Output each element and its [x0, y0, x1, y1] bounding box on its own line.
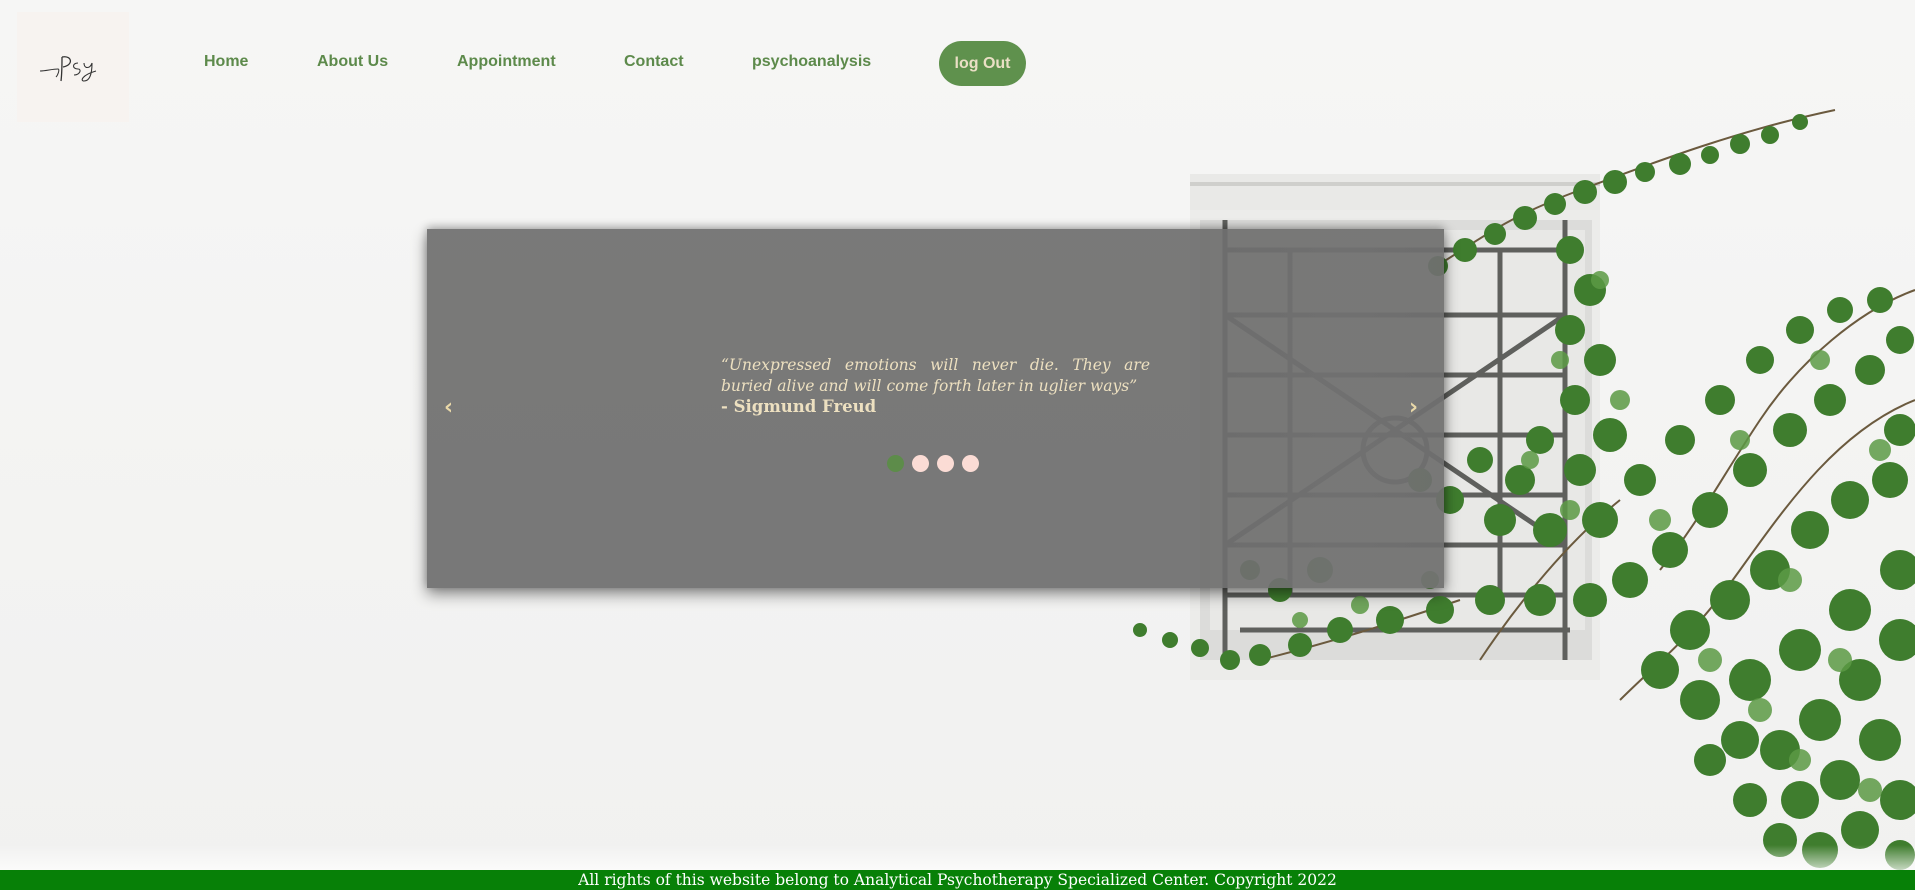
- quote-text: “Unexpressed emotions will never die. Th…: [721, 356, 1150, 395]
- logout-button[interactable]: log Out: [939, 41, 1026, 86]
- page: Home About Us Appointment Contact psycho…: [0, 0, 1915, 890]
- slider-dot-3[interactable]: [937, 455, 954, 472]
- nav-item-about-us[interactable]: About Us: [317, 53, 388, 71]
- slider-fade-overlay: [1187, 229, 1444, 588]
- chevron-left-icon[interactable]: ‹: [444, 397, 453, 419]
- signature-logo-icon: [39, 56, 97, 82]
- quote-slider: ‹ › “Unexpressed emotions will never die…: [427, 229, 1444, 588]
- nav-item-appointment[interactable]: Appointment: [457, 53, 556, 71]
- footer-copyright: All rights of this website belong to Ana…: [0, 870, 1915, 890]
- slider-dots: [887, 455, 979, 472]
- nav-item-home[interactable]: Home: [204, 53, 248, 71]
- chevron-right-icon[interactable]: ›: [1409, 397, 1418, 419]
- footer-fade: [0, 845, 1915, 870]
- site-logo[interactable]: [17, 12, 129, 122]
- slider-dot-2[interactable]: [912, 455, 929, 472]
- slider-dot-1[interactable]: [887, 455, 904, 472]
- slider-dot-4[interactable]: [962, 455, 979, 472]
- quote-author: - Sigmund Freud: [721, 397, 877, 416]
- nav-item-contact[interactable]: Contact: [624, 53, 684, 71]
- nav-item-psychoanalysis[interactable]: psychoanalysis: [752, 53, 871, 71]
